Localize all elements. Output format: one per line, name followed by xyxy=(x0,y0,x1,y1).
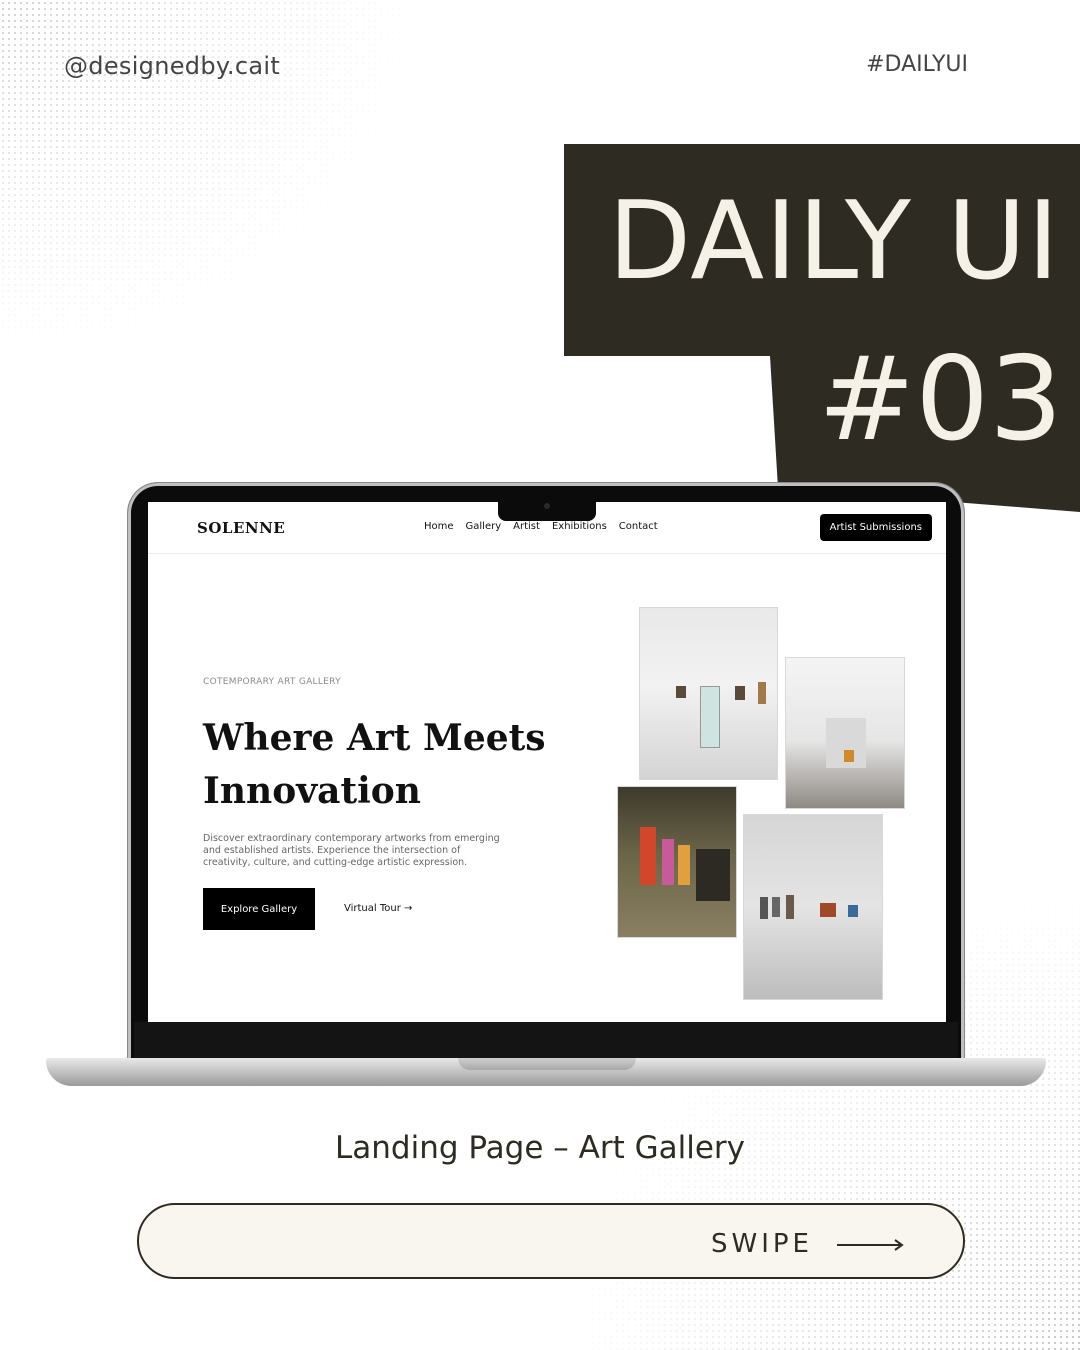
artwork xyxy=(772,897,780,917)
artwork xyxy=(820,903,836,917)
explore-gallery-button[interactable]: Explore Gallery xyxy=(203,888,315,930)
nav-home[interactable]: Home xyxy=(424,521,454,532)
nav-artist[interactable]: Artist xyxy=(513,521,540,532)
doorway xyxy=(696,849,730,901)
artwork xyxy=(760,897,768,919)
laptop-chin xyxy=(134,1022,958,1060)
gallery-photo-4 xyxy=(743,814,883,1000)
virtual-tour-link[interactable]: Virtual Tour → xyxy=(344,903,412,914)
artwork xyxy=(678,845,690,885)
title-number: #03 xyxy=(818,332,1063,467)
nav-exhibitions[interactable]: Exhibitions xyxy=(552,521,607,532)
site-logo[interactable]: SOLENNE xyxy=(197,519,285,537)
artwork xyxy=(676,686,686,698)
gallery-photo-3 xyxy=(617,786,737,938)
artwork xyxy=(844,750,854,762)
gallery-photo-2 xyxy=(785,657,905,809)
artwork xyxy=(735,686,745,700)
swipe-label: SWIPE xyxy=(711,1229,813,1259)
artwork xyxy=(848,905,858,917)
title-block: DAILY UI #03 xyxy=(0,0,1080,520)
header-divider xyxy=(148,553,946,554)
nav-contact[interactable]: Contact xyxy=(619,521,658,532)
artwork xyxy=(758,682,766,704)
laptop-base-groove xyxy=(458,1058,636,1070)
artwork xyxy=(662,839,674,885)
artwork xyxy=(786,895,794,919)
hero-description: Discover extraordinary contemporary artw… xyxy=(203,833,500,868)
hero-eyebrow: COTEMPORARY ART GALLERY xyxy=(203,677,341,687)
artwork xyxy=(640,827,656,885)
glass-door xyxy=(700,686,720,748)
nav-gallery[interactable]: Gallery xyxy=(466,521,502,532)
hero-headline: Where Art Meets Innovation xyxy=(203,717,546,812)
gallery-photo-1 xyxy=(639,607,778,780)
artist-submissions-button[interactable]: Artist Submissions xyxy=(819,514,932,541)
arrow-right-icon xyxy=(837,1239,904,1251)
laptop-screen: SOLENNE Home Gallery Artist Exhibitions … xyxy=(148,502,946,1022)
camera-icon xyxy=(544,503,550,509)
title-daily-ui: DAILY UI xyxy=(608,179,1061,304)
caption: Landing Page – Art Gallery xyxy=(334,1130,745,1166)
site-nav: Home Gallery Artist Exhibitions Contact xyxy=(424,521,658,532)
swipe-button[interactable]: SWIPE xyxy=(137,1203,965,1279)
